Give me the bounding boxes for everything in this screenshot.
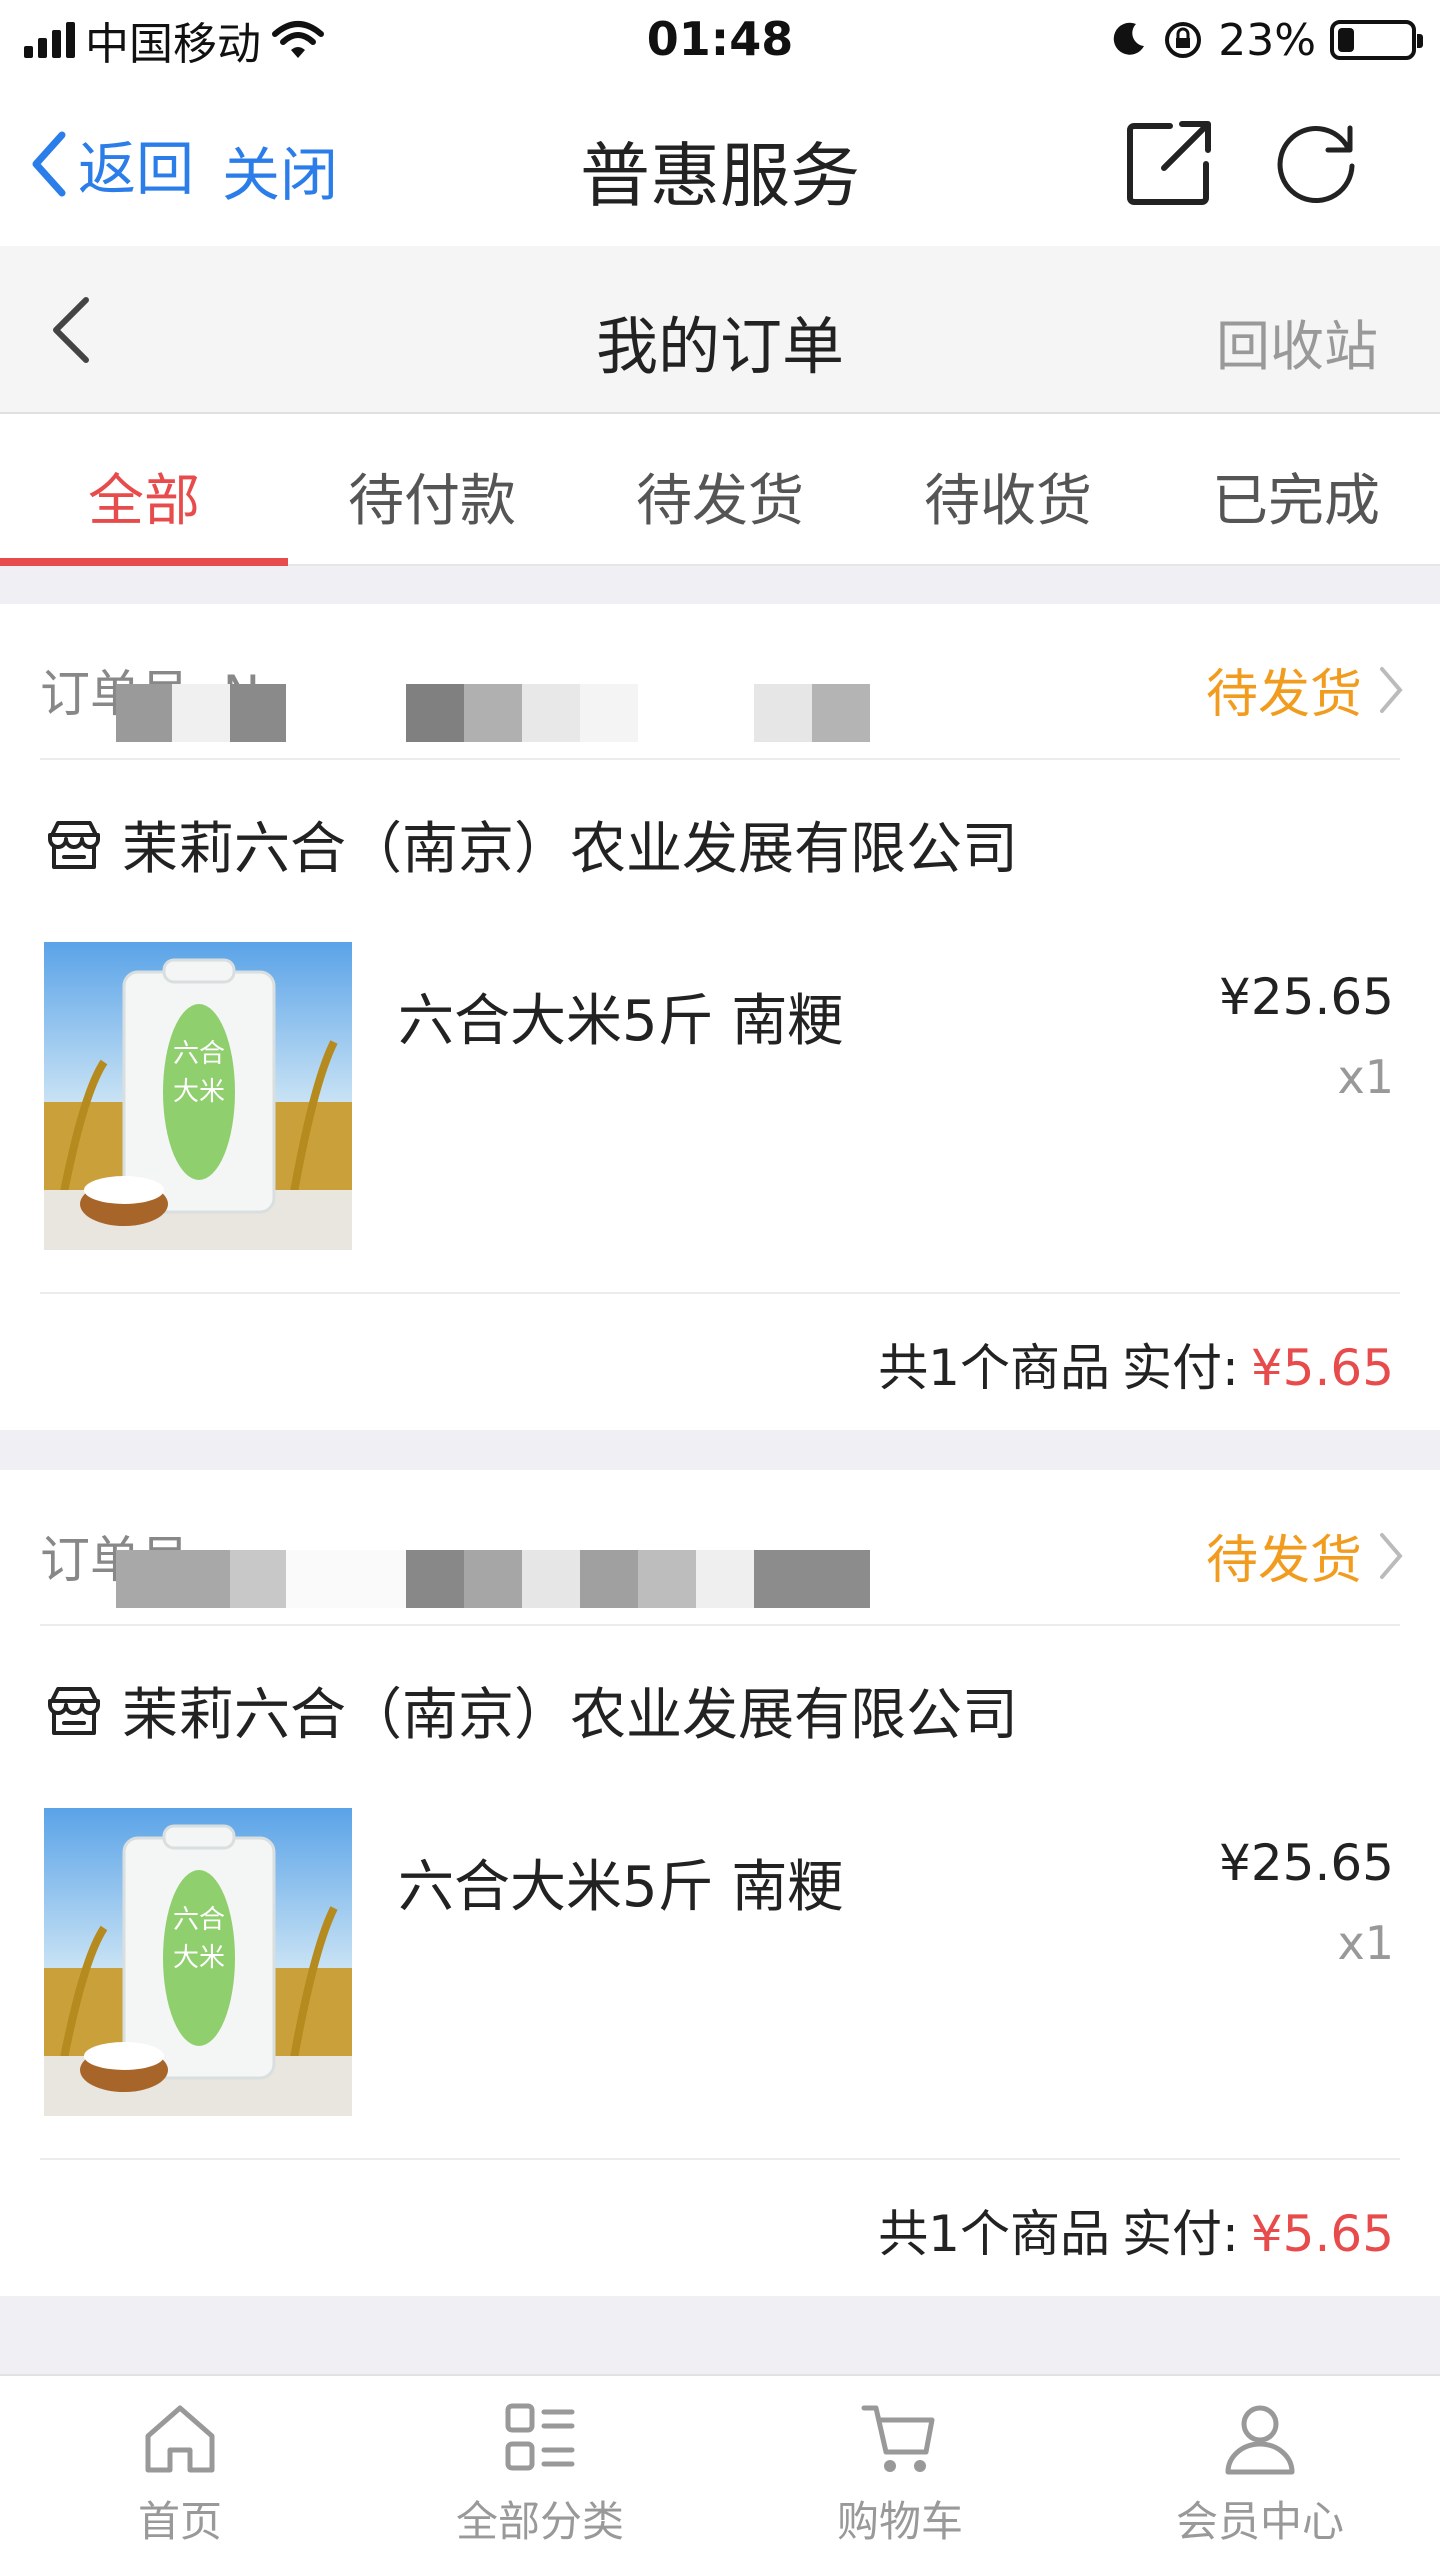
item-count: 共1个商品 — [878, 1339, 1110, 1397]
shop-icon — [48, 1686, 100, 1735]
tab-pending-payment[interactable]: 待付款 — [288, 414, 576, 564]
order-card[interactable]: 订单号: N 待发货 茉莉六合（南京）农业发展有限公司 — [0, 604, 1440, 1430]
product-price: ¥25.65 — [1219, 1834, 1394, 1892]
order-status-label: 待发货 — [1205, 1531, 1362, 1591]
battery-percent: 23% — [1218, 14, 1316, 66]
divider — [40, 2158, 1400, 2160]
order-status[interactable]: 待发货 — [1206, 1518, 1404, 1593]
product-price: ¥25.65 — [1219, 968, 1394, 1026]
user-icon — [1225, 2405, 1295, 2475]
product-quantity: x1 — [1337, 1050, 1395, 1104]
page-header: 我的订单 回收站 — [0, 246, 1440, 414]
svg-text:六合: 六合 — [173, 1039, 225, 1069]
order-status[interactable]: 待发货 — [1206, 652, 1404, 727]
chevron-right-icon — [1380, 1532, 1403, 1579]
tabbar-home[interactable]: 首页 — [0, 2376, 360, 2560]
paid-amount: ¥5.65 — [1250, 2205, 1394, 2263]
tabbar-member-label: 会员中心 — [1175, 2497, 1344, 2546]
tabbar-home-label: 首页 — [137, 2497, 222, 2546]
shop-name-label: 茉莉六合（南京）农业发展有限公司 — [122, 1683, 1018, 1748]
order-total: 共1个商品 实付: ¥5.65 — [878, 2194, 1394, 2266]
shop-icon — [48, 820, 100, 869]
product-image[interactable]: 六合 大米 — [44, 942, 352, 1250]
share-button[interactable] — [1124, 118, 1214, 212]
chevron-right-icon — [1380, 666, 1403, 713]
divider — [40, 1292, 1400, 1294]
paid-amount: ¥5.65 — [1250, 1339, 1394, 1397]
tab-completed[interactable]: 已完成 — [1152, 414, 1440, 564]
tab-pending-receipt[interactable]: 待收货 — [864, 414, 1152, 564]
browser-title: 普惠服务 — [580, 135, 860, 217]
paid-label: 实付: — [1122, 2205, 1239, 2263]
share-icon — [1127, 121, 1211, 205]
paid-label: 实付: — [1122, 1339, 1239, 1397]
tabbar-member[interactable]: 会员中心 — [1080, 2376, 1440, 2560]
moon-icon — [1113, 22, 1145, 55]
cart-icon — [861, 2405, 935, 2472]
tabbar-category-label: 全部分类 — [455, 2497, 624, 2546]
redacted-order-number — [116, 684, 870, 742]
product-image[interactable]: 六合 大米 — [44, 1808, 352, 2116]
divider — [40, 1624, 1400, 1626]
order-tabs: 全部 待付款 待发货 待收货 已完成 — [0, 414, 1440, 566]
reload-button[interactable] — [1272, 118, 1362, 212]
shop-name[interactable]: 茉莉六合（南京）农业发展有限公司 — [44, 804, 1018, 885]
home-icon — [145, 2405, 215, 2473]
category-icon — [505, 2403, 575, 2471]
tabbar-category[interactable]: 全部分类 — [360, 2376, 720, 2560]
bottom-tab-bar: 首页 全部分类 购物车 会员中心 — [0, 2374, 1440, 2560]
recycle-bin-link[interactable]: 回收站 — [1216, 302, 1378, 381]
order-status-label: 待发货 — [1205, 665, 1362, 725]
shop-name[interactable]: 茉莉六合（南京）农业发展有限公司 — [44, 1670, 1018, 1751]
rice-bag-image: 六合 大米 — [44, 1808, 352, 2116]
shop-name-label: 茉莉六合（南京）农业发展有限公司 — [122, 817, 1018, 882]
redacted-order-number — [116, 1550, 870, 1608]
order-total: 共1个商品 实付: ¥5.65 — [878, 1328, 1394, 1400]
svg-text:大米: 大米 — [173, 1943, 225, 1973]
tabbar-cart[interactable]: 购物车 — [720, 2376, 1080, 2560]
tabbar-cart-label: 购物车 — [836, 2497, 963, 2546]
divider — [40, 758, 1400, 760]
product-name[interactable]: 六合大米5斤 南粳 — [398, 976, 843, 1057]
tab-all[interactable]: 全部 — [0, 414, 288, 566]
status-right: 23% — [1108, 12, 1423, 68]
product-name[interactable]: 六合大米5斤 南粳 — [398, 1842, 843, 1923]
reload-icon — [1277, 125, 1355, 204]
battery-icon — [1330, 20, 1423, 60]
browser-nav-bar: 返回 关闭 普惠服务 — [0, 80, 1440, 246]
item-count: 共1个商品 — [878, 2205, 1110, 2263]
tab-pending-shipment[interactable]: 待发货 — [576, 414, 864, 564]
svg-text:大米: 大米 — [173, 1077, 225, 1107]
rice-bag-image: 六合 大米 — [44, 942, 352, 1250]
order-card[interactable]: 订单号 待发货 茉莉六合（南京）农业发展有限公司 六合 大米 六合大米5斤 南粳… — [0, 1470, 1440, 2296]
svg-text:六合: 六合 — [173, 1905, 225, 1935]
rotation-lock-icon — [1165, 22, 1202, 58]
status-bar: 中国移动 01:48 23% — [0, 0, 1440, 80]
product-quantity: x1 — [1337, 1916, 1395, 1970]
